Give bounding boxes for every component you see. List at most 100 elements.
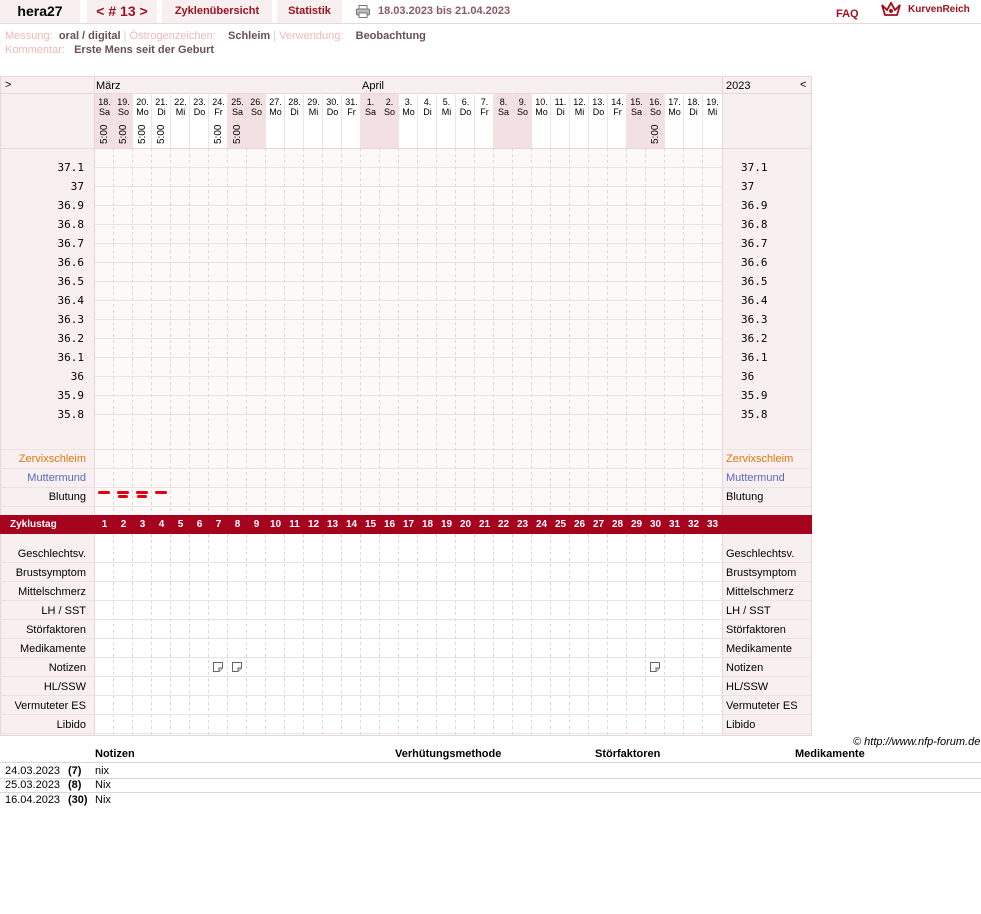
meta-line-1: Messung: oral / digital | Östrogenzeiche… — [5, 30, 426, 42]
verwendung-value: Beobachtung — [355, 30, 426, 42]
day-date: 23. — [193, 97, 206, 107]
note-icon[interactable] — [650, 662, 660, 672]
header-divider — [0, 23, 981, 24]
note-icon[interactable] — [232, 662, 242, 672]
temp-label-right: 36.1 — [741, 351, 768, 364]
lower-label-left: Medikamente — [19, 643, 86, 655]
temp-label-right: 37.1 — [741, 161, 768, 174]
day-weekday: So — [516, 107, 528, 117]
cycle-chart: 37.1 37.1 37 37 36.9 36.9 36.8 36.8 36.7 36.7 36.6… — [0, 76, 812, 736]
lower-label-left: Libido — [56, 719, 86, 731]
row-date: 24.03.2023 — [5, 765, 61, 777]
zyklustag-label: Zyklustag — [10, 519, 57, 530]
day-date: 18. — [687, 97, 700, 107]
temp-label-left: 35.9 — [57, 389, 85, 402]
messung-label: Messung: — [5, 30, 53, 42]
day-date: 7. — [480, 97, 489, 107]
day-weekday: Mi — [441, 107, 452, 117]
cycle-day-number: 2 — [120, 519, 127, 530]
measure-time: 5:00 — [137, 124, 148, 144]
bleeding-mark — [118, 495, 128, 498]
row-day: (8) — [68, 779, 82, 791]
cycle-day-number: 8 — [234, 519, 241, 530]
row-day: (30) — [68, 794, 88, 806]
day-date: 4. — [423, 97, 432, 107]
temp-label-right: 36.3 — [741, 313, 768, 326]
copyright: © http://www.nfp-forum.de — [853, 736, 981, 748]
cycle-day-number: 1 — [101, 519, 108, 530]
day-weekday: Do — [592, 107, 605, 117]
day-weekday: Di — [689, 107, 698, 117]
cycle-day-number: 23 — [516, 519, 529, 530]
day-weekday: Mo — [269, 107, 282, 117]
temp-label-right: 36.9 — [741, 199, 768, 212]
measure-time: 5:00 — [213, 124, 224, 144]
temp-label-left: 36.9 — [57, 199, 85, 212]
day-date: 10. — [535, 97, 548, 107]
day-weekday: Mo — [402, 107, 415, 117]
cycle-nav[interactable]: < # 13 > — [87, 0, 157, 23]
day-date: 16. — [649, 97, 662, 107]
measure-time: 5:00 — [156, 124, 167, 144]
day-weekday: Mo — [535, 107, 548, 117]
lower-label-left: Geschlechtsv. — [17, 548, 86, 560]
tab-statistik[interactable]: Statistik — [277, 0, 342, 23]
temp-label-right: 35.8 — [741, 408, 768, 421]
nav-prev: > — [5, 79, 12, 91]
temp-label-left: 36.4 — [57, 294, 85, 307]
lower-label-left: Vermuteter ES — [14, 700, 86, 712]
notes-header-notizen: Notizen — [95, 748, 135, 760]
day-date: 25. — [231, 97, 244, 107]
tab-zyklenuebersicht[interactable]: Zyklenübersicht — [162, 0, 272, 23]
bleeding-mark — [136, 491, 148, 494]
logo-text[interactable]: KurvenReich — [908, 4, 970, 15]
day-date: 21. — [155, 97, 168, 107]
day-date: 3. — [404, 97, 413, 107]
day-weekday: Di — [290, 107, 299, 117]
cycle-day-number: 4 — [158, 519, 165, 530]
date-range: 18.03.2023 bis 21.04.2023 — [378, 5, 511, 17]
day-weekday: Fr — [613, 107, 622, 117]
cycle-day-number: 30 — [649, 519, 662, 530]
day-date: 26. — [250, 97, 263, 107]
temp-label-left: 37 — [70, 180, 84, 193]
day-weekday: Mi — [574, 107, 585, 117]
cycle-day-number: 20 — [459, 519, 472, 530]
temp-label-left: 36 — [70, 370, 84, 383]
day-date: 18. — [98, 97, 111, 107]
day-date: 13. — [592, 97, 605, 107]
faq-link[interactable]: FAQ — [836, 8, 859, 20]
printer-icon[interactable] — [356, 5, 370, 18]
day-date: 24. — [212, 97, 225, 107]
verwendung-label: Verwendung: — [279, 30, 344, 42]
cycle-day-number: 27 — [592, 519, 605, 530]
temp-label-right: 37 — [741, 180, 755, 193]
day-weekday: Mo — [668, 107, 681, 117]
day-date: 8. — [499, 97, 508, 107]
cycle-day-number: 18 — [421, 519, 434, 530]
obs-label-left: Muttermund — [27, 472, 86, 484]
temp-label-right: 36.6 — [741, 256, 768, 269]
temp-label-left: 35.8 — [57, 408, 85, 421]
crown-logo-icon[interactable] — [880, 1, 902, 19]
kommentar-value: Erste Mens seit der Geburt — [74, 44, 215, 56]
cycle-day-number: 5 — [177, 519, 184, 530]
temp-label-right: 36.4 — [741, 294, 768, 307]
lower-label-right: Störfaktoren — [726, 624, 786, 636]
lower-label-left: Notizen — [48, 662, 86, 674]
day-date: 22. — [174, 97, 187, 107]
day-date: 29. — [307, 97, 320, 107]
obs-label-right: Zervixschleim — [726, 453, 794, 465]
day-date: 9. — [518, 97, 527, 107]
obs-label-left: Blutung — [48, 491, 86, 503]
cycle-day-number: 28 — [611, 519, 624, 530]
separator: | — [123, 30, 127, 42]
day-date: 17. — [668, 97, 681, 107]
lower-label-right: Notizen — [726, 662, 764, 674]
cycle-day-number: 22 — [497, 519, 510, 530]
day-weekday: Sa — [497, 107, 509, 117]
day-weekday: Sa — [98, 107, 110, 117]
day-date: 31. — [345, 97, 358, 107]
note-icon[interactable] — [213, 662, 223, 672]
oestrogen-label: Östrogenzeichen: — [129, 30, 216, 42]
